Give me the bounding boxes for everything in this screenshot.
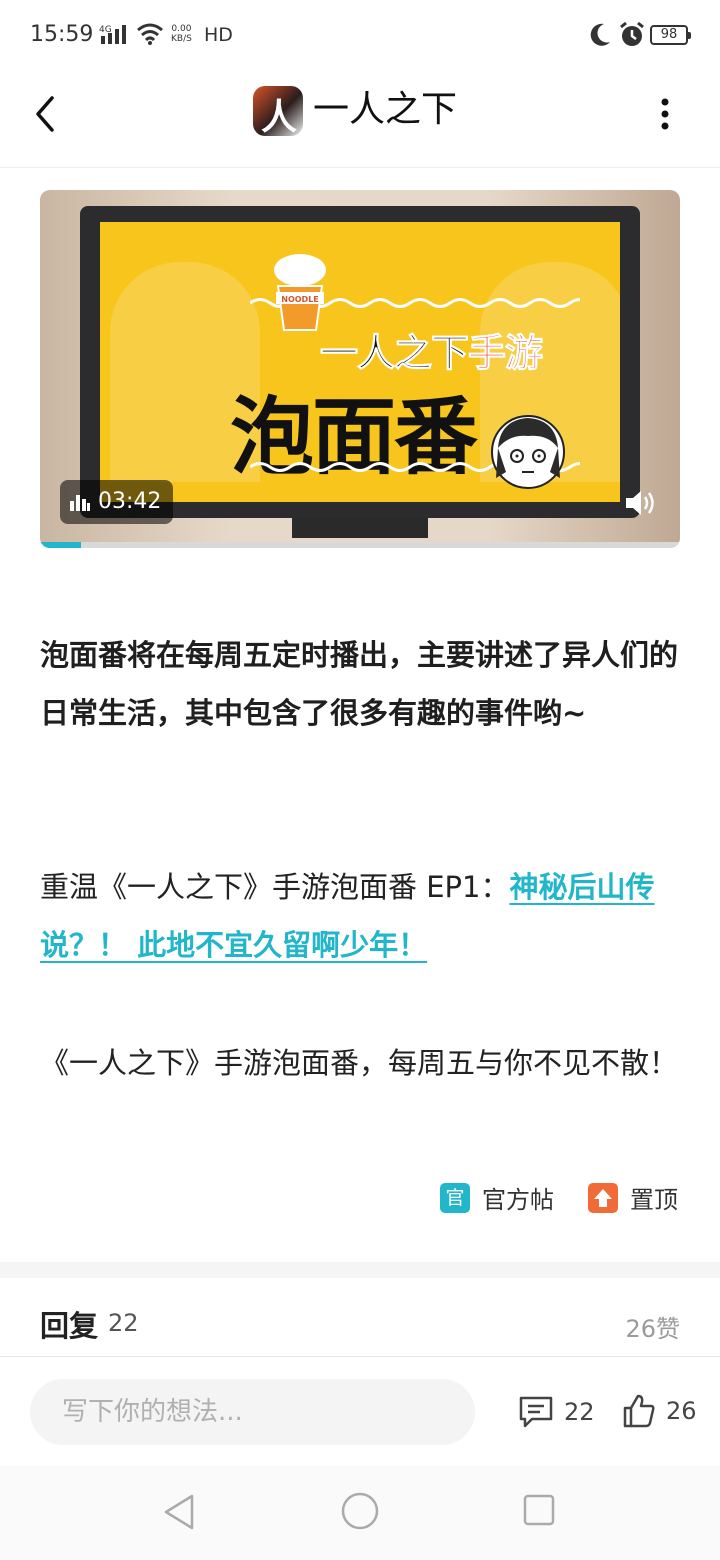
tv-stand <box>292 518 428 538</box>
logo-glyph: 人 <box>261 96 298 136</box>
pinned-label: 置顶 <box>630 1186 678 1214</box>
nav-back-icon[interactable] <box>162 1492 198 1532</box>
pinned-tag: 置顶 <box>588 1180 678 1215</box>
video-progress-fill <box>40 542 81 548</box>
pin-up-arrow-icon <box>588 1182 618 1213</box>
replies-heading: 回复 <box>40 1309 99 1343</box>
network-speed: 0.00 KB/S <box>171 24 192 44</box>
alarm-icon <box>620 21 644 46</box>
cellular-signal-icon: 4G <box>99 25 126 44</box>
likes-summary: 26赞 <box>625 1315 680 1343</box>
section-divider <box>0 1262 720 1278</box>
nav-home-icon[interactable] <box>341 1492 379 1530</box>
comment-icon <box>519 1396 553 1428</box>
comment-bar: 22 26 <box>0 1356 720 1466</box>
like-button[interactable]: 26 <box>622 1393 697 1429</box>
post-paragraph-intro: 泡面番将在每周五定时播出，主要讲述了异人们的日常生活，其中包含了很多有趣的事件哟… <box>40 638 679 730</box>
comment-input[interactable] <box>30 1379 475 1445</box>
battery-indicator: 98 <box>650 25 691 45</box>
back-button[interactable] <box>26 92 66 136</box>
post-paragraph-rewatch: 重温《一人之下》手游泡面番 EP1：神秘后山传说？！ 此地不宜久留啊少年！ <box>40 858 680 974</box>
video-player[interactable]: NOODLE 一人之下手游 泡面番 03:42 <box>40 190 680 548</box>
equalizer-icon <box>70 495 90 511</box>
wifi-icon <box>137 23 163 45</box>
system-navigation-bar <box>0 1466 720 1560</box>
rewatch-prefix: 重温《一人之下》手游泡面番 EP1： <box>40 870 510 904</box>
like-count: 26 <box>666 1397 697 1425</box>
status-time: 15:59 <box>30 22 94 47</box>
video-progress-bar[interactable] <box>40 542 680 548</box>
page-title[interactable]: 一人之下 <box>313 86 457 134</box>
cartoon-face-icon <box>491 415 565 489</box>
comment-button[interactable]: 22 <box>518 1395 595 1429</box>
video-title-suffix: 手游 <box>468 331 544 376</box>
noodle-cup-icon: NOODLE <box>274 254 326 331</box>
official-label: 官方帖 <box>482 1186 554 1214</box>
replies-count: 22 <box>108 1309 139 1337</box>
nav-recent-apps-icon[interactable] <box>523 1494 555 1526</box>
hd-indicator: HD <box>204 24 233 46</box>
official-post-tag: 官 官方帖 <box>440 1180 554 1215</box>
cup-label: NOODLE <box>281 295 319 304</box>
video-duration: 03:42 <box>98 489 162 514</box>
comment-count: 22 <box>564 1398 595 1426</box>
more-vertical-icon[interactable] <box>650 92 680 136</box>
official-icon: 官 <box>440 1182 470 1213</box>
moon-icon <box>590 23 610 46</box>
video-title-line1: 一人之下手游 <box>319 322 544 377</box>
post-paragraph-schedule: 《一人之下》手游泡面番，每周五与你不见不散！ <box>40 1046 679 1080</box>
thumbs-up-icon <box>623 1394 655 1428</box>
volume-icon[interactable] <box>624 488 658 518</box>
game-logo[interactable]: 人 <box>253 86 303 136</box>
video-duration-badge: 03:42 <box>60 480 174 524</box>
top-app-bar: 人 一人之下 <box>0 72 720 168</box>
video-title-prefix: 一人之下 <box>319 331 469 376</box>
status-bar: 15:59 4G 0.00 KB/S HD 98 <box>0 0 720 72</box>
